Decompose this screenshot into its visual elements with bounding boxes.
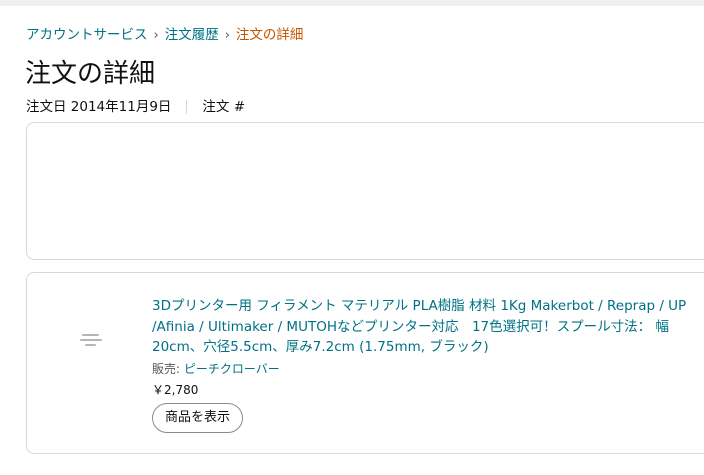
order-number-label: 注文 # xyxy=(202,99,246,115)
product-title-link[interactable]: 3Dプリンター用 フィラメント マテリアル PLA樹脂 材料 1Kg Maker… xyxy=(152,296,692,358)
product-thumbnail[interactable] xyxy=(79,332,103,348)
breadcrumb-current: 注文の詳細 xyxy=(235,27,304,43)
breadcrumb-separator-icon: › xyxy=(224,28,230,43)
page-title: 注文の詳細 xyxy=(25,59,156,89)
breadcrumb-account-services[interactable]: アカウントサービス xyxy=(26,27,148,43)
order-date: 注文日 2014年11月9日 xyxy=(26,99,172,115)
item-info: 3Dプリンター用 フィラメント マテリアル PLA樹脂 材料 1Kg Maker… xyxy=(152,296,692,433)
breadcrumb-order-history[interactable]: 注文履歴 xyxy=(165,27,219,43)
breadcrumb-separator-icon: › xyxy=(153,28,159,43)
order-summary-box xyxy=(26,122,704,260)
page: アカウントサービス › 注文履歴 › 注文の詳細 注文の詳細 注文日 2014年11月9… xyxy=(0,6,704,475)
seller-label: 販売: xyxy=(152,361,184,376)
order-item-card: 3Dプリンター用 フィラメント マテリアル PLA樹脂 材料 1Kg Maker… xyxy=(26,272,704,454)
breadcrumb: アカウントサービス › 注文履歴 › 注文の詳細 xyxy=(26,26,303,45)
seller-line: 販売: ピーチクローバー xyxy=(152,361,692,378)
view-product-button[interactable]: 商品を表示 xyxy=(152,402,244,433)
order-meta: 注文日 2014年11月9日 注文 # xyxy=(26,98,245,116)
meta-divider xyxy=(186,100,188,114)
item-price: ￥2,780 xyxy=(152,382,199,397)
seller-name-link[interactable]: ピーチクローバー xyxy=(184,362,280,376)
